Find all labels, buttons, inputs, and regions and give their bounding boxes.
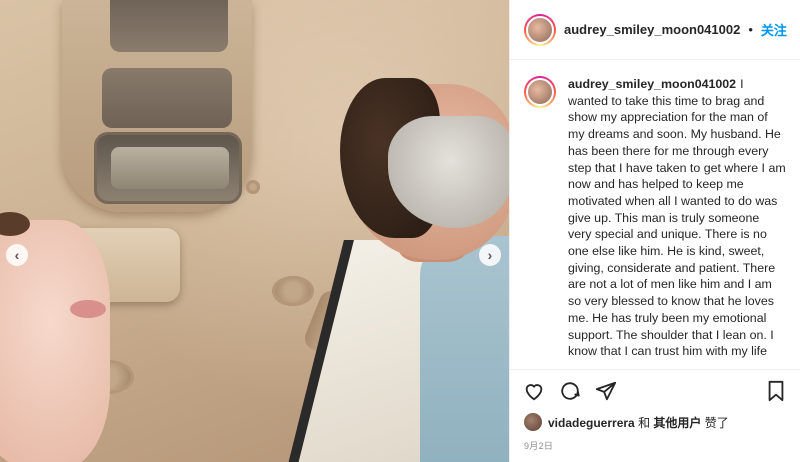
chevron-right-icon: ›	[487, 247, 493, 263]
likes-text: vidadeguerrera 和 其他用户 赞了	[548, 414, 729, 431]
caption-author-avatar[interactable]	[524, 76, 556, 108]
console-top	[110, 0, 228, 52]
post-photo[interactable]: ‹ ›	[0, 0, 509, 462]
ceiling-button	[246, 180, 260, 194]
caption-section: audrey_smiley_moon041002 I wanted to take…	[510, 60, 800, 363]
likes-others-link[interactable]: 其他用户	[653, 416, 701, 430]
caption-avatar-image	[526, 78, 554, 106]
liker-avatar[interactable]	[524, 413, 542, 431]
caption-username[interactable]: audrey_smiley_moon041002	[568, 77, 736, 91]
caption: audrey_smiley_moon041002 I wanted to take…	[568, 76, 786, 363]
bookmark-icon[interactable]	[764, 379, 788, 403]
man-shirt	[420, 236, 509, 462]
author-avatar-image	[526, 15, 554, 44]
author-username[interactable]: audrey_smiley_moon041002	[564, 22, 740, 37]
follow-button[interactable]: 关注	[761, 20, 787, 39]
ceiling-vent	[272, 276, 314, 306]
comment-icon[interactable]	[558, 379, 582, 403]
likes-connector: 和	[638, 415, 651, 430]
heart-icon[interactable]	[522, 379, 546, 403]
author-avatar[interactable]	[524, 13, 556, 46]
likes-summary: vidadeguerrera 和 其他用户 赞了	[510, 405, 800, 433]
dome-light-lens	[111, 147, 229, 189]
dome-light	[94, 132, 242, 204]
separator-dot: •	[748, 22, 753, 37]
chevron-left-icon: ‹	[14, 247, 20, 263]
instagram-post: ‹ › audrey_smiley_moon041002 • 关注 audrey…	[0, 0, 800, 462]
post-date[interactable]: 9月2日	[510, 433, 800, 462]
share-icon[interactable]	[594, 379, 618, 403]
console-panel	[102, 68, 232, 128]
likes-suffix: 赞了	[704, 415, 729, 430]
liker-username[interactable]: vidadeguerrera	[548, 416, 635, 430]
post-header: audrey_smiley_moon041002 • 关注	[510, 0, 800, 60]
overhead-console	[62, 0, 252, 212]
caption-body: I wanted to take this time to brag and s…	[568, 77, 786, 363]
action-bar	[510, 369, 800, 405]
next-photo-button[interactable]: ›	[479, 244, 501, 266]
previous-photo-button[interactable]: ‹	[6, 244, 28, 266]
post-sidebar: audrey_smiley_moon041002 • 关注 audrey_smi…	[509, 0, 800, 462]
woman-lips	[70, 300, 106, 318]
